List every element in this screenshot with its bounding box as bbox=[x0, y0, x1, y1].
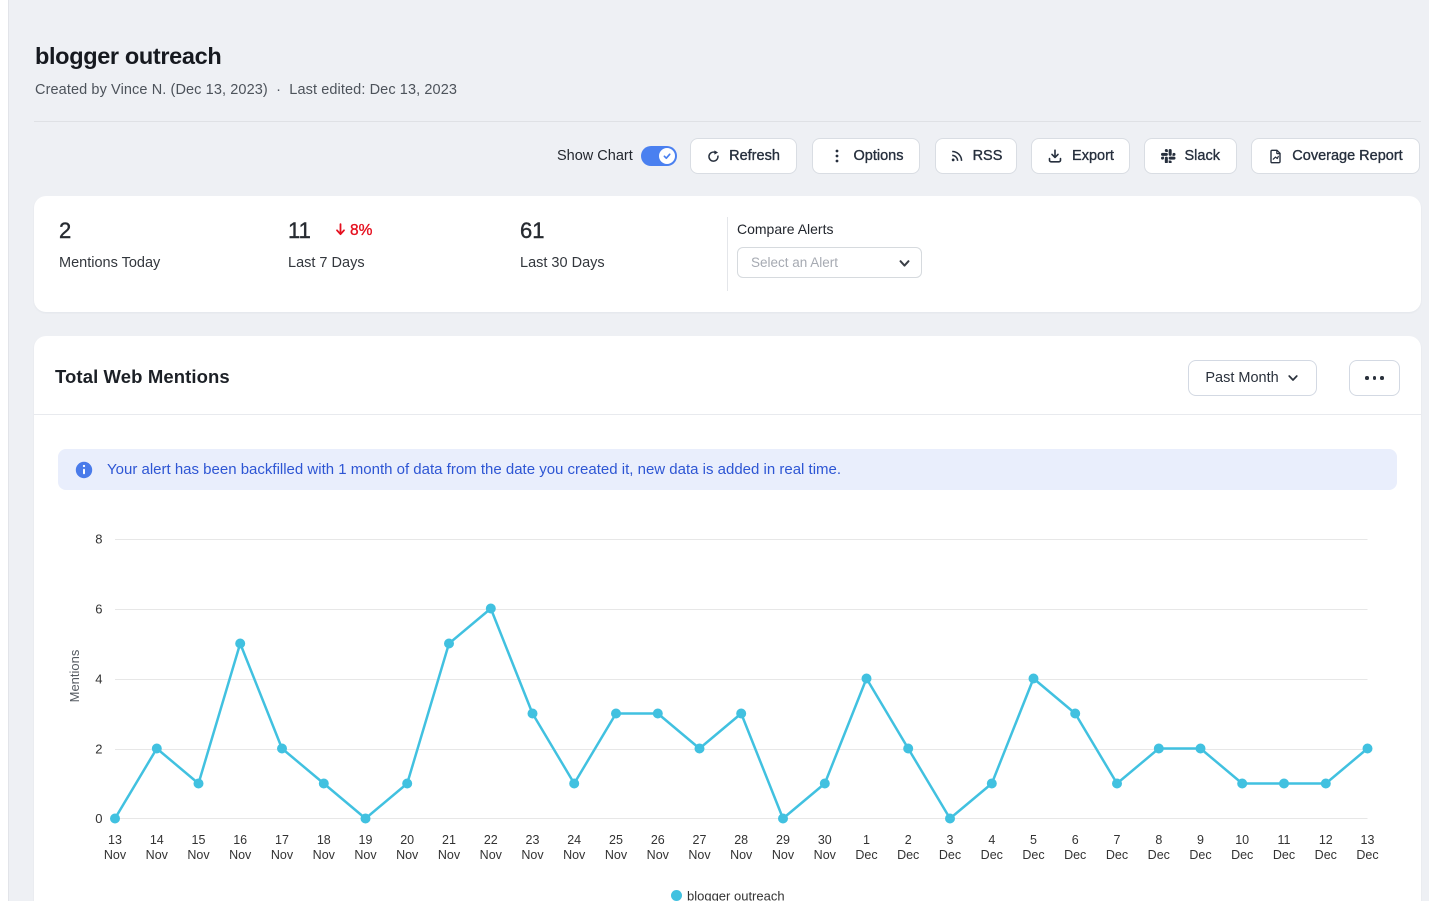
svg-text:10: 10 bbox=[1235, 833, 1249, 847]
svg-text:Dec: Dec bbox=[1148, 848, 1170, 862]
svg-text:Dec: Dec bbox=[1189, 848, 1211, 862]
svg-text:8: 8 bbox=[95, 532, 102, 547]
svg-text:3: 3 bbox=[947, 833, 954, 847]
svg-text:Nov: Nov bbox=[814, 848, 837, 862]
svg-text:13: 13 bbox=[108, 833, 122, 847]
svg-text:6: 6 bbox=[1072, 833, 1079, 847]
svg-text:6: 6 bbox=[95, 602, 102, 617]
svg-text:30: 30 bbox=[818, 833, 832, 847]
svg-text:0: 0 bbox=[95, 811, 102, 826]
svg-text:Nov: Nov bbox=[104, 848, 127, 862]
svg-text:Dec: Dec bbox=[897, 848, 919, 862]
svg-text:Dec: Dec bbox=[1273, 848, 1295, 862]
svg-text:Dec: Dec bbox=[855, 848, 877, 862]
svg-text:Nov: Nov bbox=[271, 848, 294, 862]
svg-text:15: 15 bbox=[192, 833, 206, 847]
svg-text:Dec: Dec bbox=[1106, 848, 1128, 862]
svg-text:23: 23 bbox=[526, 833, 540, 847]
svg-text:2: 2 bbox=[905, 833, 912, 847]
svg-text:Dec: Dec bbox=[1231, 848, 1253, 862]
svg-text:28: 28 bbox=[734, 833, 748, 847]
svg-text:27: 27 bbox=[693, 833, 707, 847]
svg-text:26: 26 bbox=[651, 833, 665, 847]
svg-text:Nov: Nov bbox=[396, 848, 419, 862]
svg-text:Nov: Nov bbox=[730, 848, 753, 862]
svg-text:Dec: Dec bbox=[1022, 848, 1044, 862]
svg-text:Nov: Nov bbox=[772, 848, 795, 862]
svg-text:16: 16 bbox=[233, 833, 247, 847]
svg-text:Dec: Dec bbox=[1064, 848, 1086, 862]
svg-text:17: 17 bbox=[275, 833, 289, 847]
svg-text:8: 8 bbox=[1155, 833, 1162, 847]
svg-text:5: 5 bbox=[1030, 833, 1037, 847]
svg-text:Nov: Nov bbox=[563, 848, 586, 862]
svg-text:1: 1 bbox=[863, 833, 870, 847]
svg-text:blogger outreach: blogger outreach bbox=[687, 889, 785, 901]
svg-text:Nov: Nov bbox=[313, 848, 336, 862]
svg-text:4: 4 bbox=[95, 672, 102, 687]
svg-text:9: 9 bbox=[1197, 833, 1204, 847]
svg-text:Dec: Dec bbox=[1315, 848, 1337, 862]
svg-text:Nov: Nov bbox=[354, 848, 377, 862]
svg-text:20: 20 bbox=[400, 833, 414, 847]
svg-text:13: 13 bbox=[1361, 833, 1375, 847]
svg-text:2: 2 bbox=[95, 742, 102, 757]
svg-text:Nov: Nov bbox=[688, 848, 711, 862]
svg-text:Nov: Nov bbox=[187, 848, 210, 862]
svg-text:Nov: Nov bbox=[146, 848, 169, 862]
svg-text:Nov: Nov bbox=[480, 848, 503, 862]
svg-text:Nov: Nov bbox=[647, 848, 670, 862]
svg-text:Nov: Nov bbox=[605, 848, 628, 862]
svg-text:Dec: Dec bbox=[1356, 848, 1378, 862]
svg-text:25: 25 bbox=[609, 833, 623, 847]
svg-text:Dec: Dec bbox=[981, 848, 1003, 862]
svg-text:Dec: Dec bbox=[939, 848, 961, 862]
svg-text:4: 4 bbox=[988, 833, 995, 847]
svg-text:Nov: Nov bbox=[229, 848, 252, 862]
svg-text:7: 7 bbox=[1114, 833, 1121, 847]
svg-text:11: 11 bbox=[1278, 833, 1291, 847]
svg-text:19: 19 bbox=[359, 833, 373, 847]
svg-text:21: 21 bbox=[442, 833, 456, 847]
svg-text:14: 14 bbox=[150, 833, 164, 847]
svg-text:24: 24 bbox=[567, 833, 581, 847]
svg-text:Nov: Nov bbox=[438, 848, 461, 862]
svg-text:Nov: Nov bbox=[521, 848, 544, 862]
svg-text:29: 29 bbox=[776, 833, 790, 847]
svg-text:12: 12 bbox=[1319, 833, 1333, 847]
svg-text:18: 18 bbox=[317, 833, 331, 847]
svg-text:22: 22 bbox=[484, 833, 498, 847]
svg-text:Mentions: Mentions bbox=[67, 649, 82, 702]
